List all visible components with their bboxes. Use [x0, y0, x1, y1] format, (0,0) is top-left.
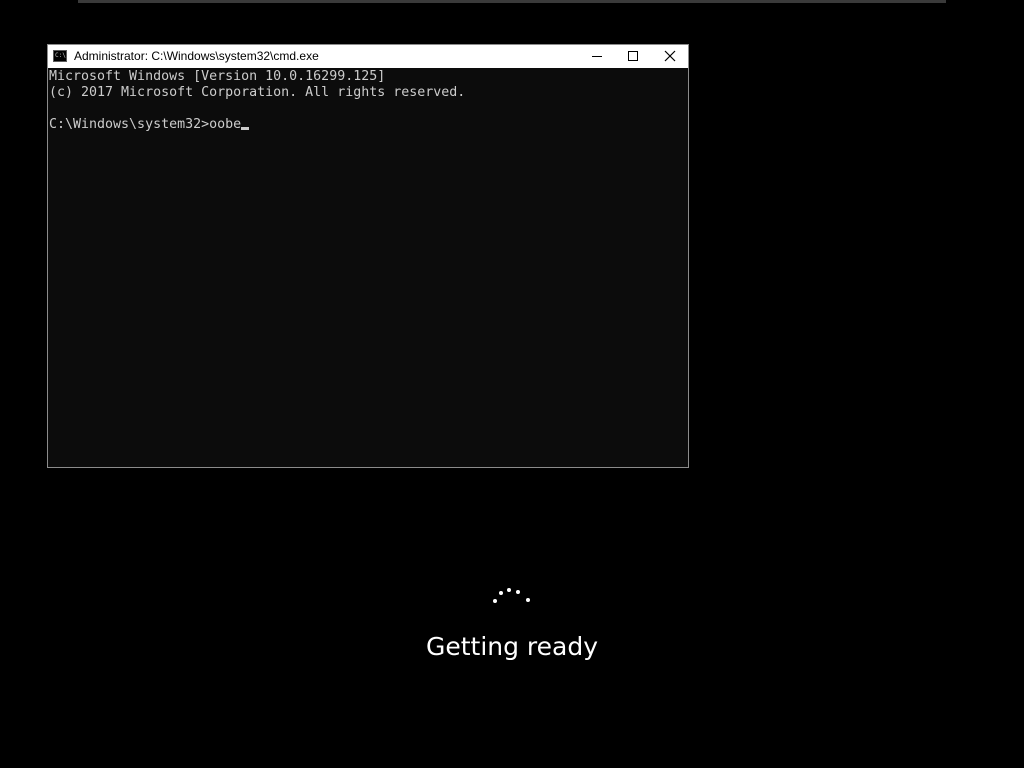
minimize-button[interactable] — [578, 45, 616, 68]
setup-screen: C:\ Administrator: C:\Windows\system32\c… — [0, 0, 1024, 768]
cmd-icon-label: C:\ — [55, 52, 66, 59]
console-output[interactable]: Microsoft Windows [Version 10.0.16299.12… — [49, 69, 685, 463]
console-input[interactable]: oobe — [209, 117, 241, 132]
command-prompt-window[interactable]: C:\ Administrator: C:\Windows\system32\c… — [47, 44, 689, 468]
spinner-dot — [526, 598, 530, 602]
console-prompt: C:\Windows\system32> — [49, 117, 210, 132]
spinner-dot — [516, 590, 520, 594]
maximize-button[interactable] — [614, 45, 652, 68]
cmd-icon[interactable]: C:\ — [53, 50, 67, 62]
spinner-dot — [507, 588, 511, 592]
title-bar[interactable]: C:\ Administrator: C:\Windows\system32\c… — [48, 45, 688, 68]
console-version-line: Microsoft Windows [Version 10.0.16299.12… — [49, 69, 386, 84]
window-title: Administrator: C:\Windows\system32\cmd.e… — [74, 49, 319, 63]
spinner-dot — [493, 599, 497, 603]
close-button[interactable] — [651, 45, 689, 68]
minimize-icon — [592, 56, 602, 57]
console-command-line[interactable]: C:\Windows\system32>oobe — [49, 117, 250, 133]
loading-spinner-icon — [488, 584, 536, 610]
maximize-icon — [628, 51, 638, 61]
text-cursor — [241, 127, 250, 130]
spinner-dot — [499, 591, 503, 595]
close-icon — [664, 50, 676, 62]
top-bar — [78, 0, 946, 3]
console-copyright-line: (c) 2017 Microsoft Corporation. All righ… — [49, 85, 466, 100]
status-message: Getting ready — [425, 632, 599, 661]
